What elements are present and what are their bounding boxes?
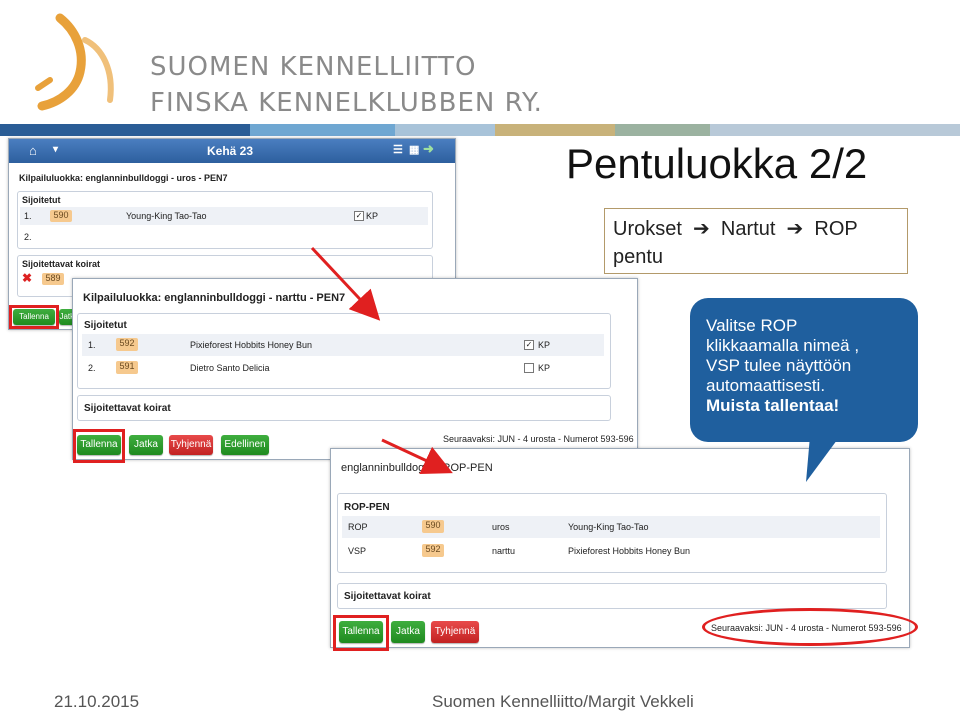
arrow-left [310, 246, 381, 321]
footer-author: Suomen Kennelliitto/Margit Vekkeli [432, 692, 694, 711]
arrow-right [381, 438, 453, 474]
callout-line: klikkaamalla nimeä , [706, 336, 860, 355]
flow-rop: ROP [814, 218, 858, 240]
callout-line: automaattisesti. [706, 376, 826, 395]
callout-line: Valitse ROP [706, 316, 798, 335]
flow-box: Urokset ➔ Nartut ➔ ROP pentu [604, 208, 908, 274]
flow-females: Nartut [720, 218, 776, 240]
callout-line: VSP tulee näyttöön [706, 356, 852, 375]
arrow-right-icon: ➔ [687, 218, 716, 240]
arrow-right-icon: ➔ [780, 218, 809, 240]
callout-tail [806, 436, 840, 482]
flow-males: Urokset [613, 218, 682, 240]
flow-puppy: pentu [613, 246, 664, 268]
footer-date: 21.10.2015 [54, 692, 140, 711]
slide-title: Pentuluokka 2/2 [566, 140, 868, 187]
callout-line: Muista tallentaa! [706, 396, 840, 415]
instruction-callout: Valitse ROP klikkaamalla nimeä , VSP tul… [690, 298, 918, 442]
